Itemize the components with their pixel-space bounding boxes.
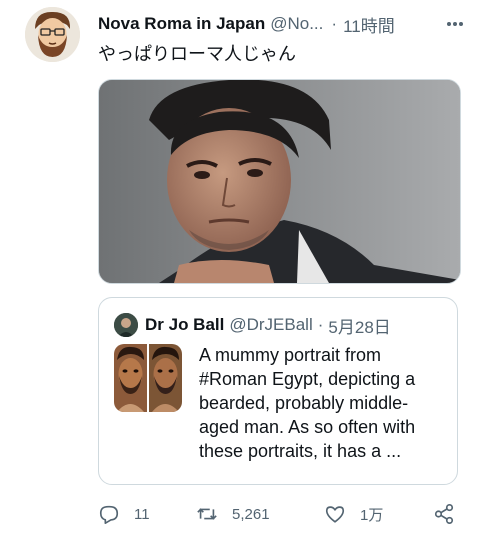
retweet-count: 5,261 (232, 505, 270, 523)
action-bar: 11 5,261 1万 (98, 500, 470, 528)
reply-icon (99, 505, 119, 524)
separator-dot: · (331, 14, 338, 33)
reply-count: 11 (134, 505, 150, 523)
mummy-portrait-thumbnail (149, 344, 182, 412)
quote-display-name: Dr Jo Ball (145, 315, 225, 334)
share-button[interactable] (433, 500, 455, 528)
retweet-button[interactable]: 5,261 (196, 500, 270, 528)
more-horizontal-icon[interactable] (440, 12, 470, 36)
quote-date: 5月28日 (328, 317, 391, 337)
quote-separator-dot: · (317, 315, 324, 334)
share-icon (434, 504, 454, 524)
quote-media (114, 344, 182, 412)
avatar[interactable] (25, 7, 80, 62)
retweet-icon (197, 508, 217, 520)
heart-icon (325, 506, 345, 523)
quote-text: A mummy portrait from #Roman Egypt, depi… (199, 345, 416, 461)
quote-user-handle: @DrJEBall (229, 315, 313, 334)
quoted-tweet[interactable]: Dr Jo Ball @DrJEBall · 5月28日 A mummy por… (98, 297, 458, 485)
quote-avatar (114, 313, 138, 337)
like-button[interactable]: 1万 (324, 500, 383, 528)
tweet-text: やっぱりローマ人じゃん (98, 44, 296, 65)
quote-header: Dr Jo Ball @DrJEBall · 5月28日 (114, 313, 447, 337)
tweet-time[interactable]: 11時間 (343, 12, 395, 37)
tweet[interactable]: Nova Roma in Japan @No... · 11時間 やっぱりローマ… (0, 0, 480, 543)
tweet-header: Nova Roma in Japan @No... · 11時間 (98, 12, 470, 36)
reply-button[interactable]: 11 (98, 500, 150, 528)
like-count: 1万 (360, 506, 384, 524)
tweet-photo[interactable] (98, 79, 461, 284)
mummy-portrait-thumbnail (114, 344, 147, 412)
user-handle[interactable]: @No... (270, 14, 323, 34)
display-name[interactable]: Nova Roma in Japan (98, 14, 265, 34)
